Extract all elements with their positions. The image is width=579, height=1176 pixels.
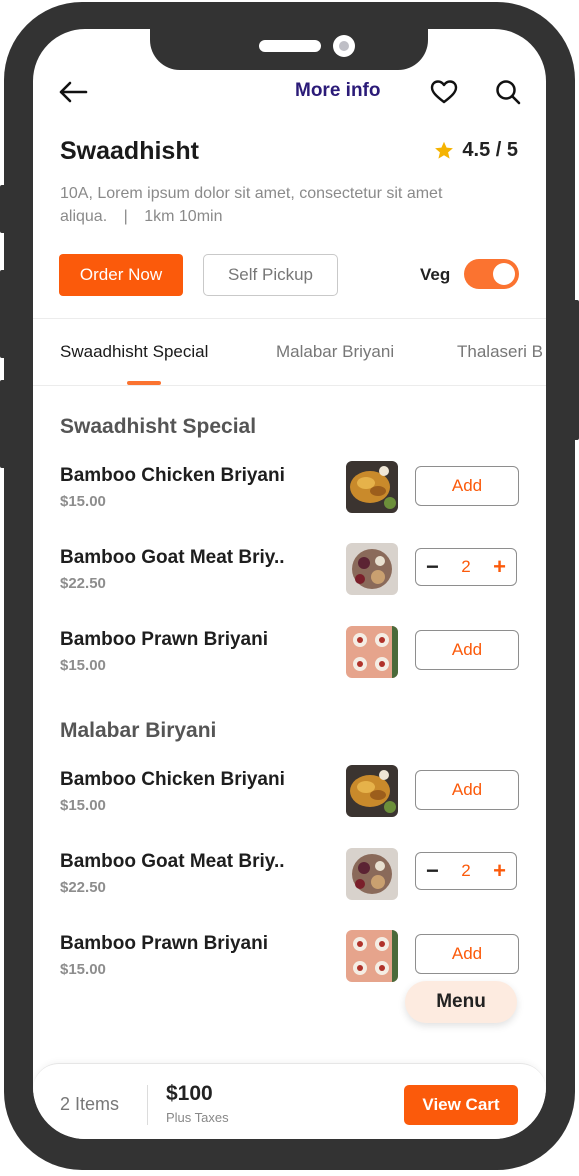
add-button[interactable]: Add: [415, 934, 519, 974]
order-now-button[interactable]: Order Now: [59, 254, 183, 296]
phone-side-button: [0, 380, 8, 468]
item-price: $22.50: [60, 879, 106, 896]
veg-label: Veg: [420, 265, 451, 284]
decrement-button[interactable]: −: [426, 858, 439, 884]
tab-thalaseri[interactable]: Thalaseri B: [457, 342, 543, 362]
restaurant-name: Swaadhisht: [60, 137, 199, 165]
phone-side-button: [0, 185, 8, 233]
item-name: Bamboo Chicken Briyani: [60, 769, 285, 790]
food-thumbnail: [346, 765, 398, 817]
self-pickup-button[interactable]: Self Pickup: [203, 254, 338, 296]
star-icon: [435, 141, 454, 159]
search-icon: [496, 80, 521, 105]
toggle-knob: [493, 263, 515, 285]
food-thumbnail: [346, 848, 398, 900]
divider: [33, 385, 546, 386]
cart-items-count: 2 Items: [60, 1094, 120, 1114]
rating-value: 4.5 / 5: [462, 139, 518, 161]
item-price: $15.00: [60, 657, 106, 674]
quantity-stepper[interactable]: − 2 +: [415, 548, 517, 586]
speaker-grille: [259, 40, 321, 52]
address-separator: |: [123, 208, 128, 225]
add-button[interactable]: Add: [415, 630, 519, 670]
phone-notch: [150, 26, 428, 70]
cart-taxes-note: Plus Taxes: [166, 1110, 229, 1125]
quantity-stepper[interactable]: − 2 +: [415, 852, 517, 890]
item-price: $22.50: [60, 575, 106, 592]
quantity-value: 2: [461, 861, 471, 880]
back-button[interactable]: [58, 77, 88, 107]
item-price: $15.00: [60, 493, 106, 510]
address-text: 10A, Lorem ipsum dolor sit amet, consect…: [60, 185, 443, 225]
decrement-button[interactable]: −: [426, 554, 439, 580]
cart-total: $100: [166, 1082, 213, 1105]
item-name: Bamboo Goat Meat Briy..: [60, 547, 285, 568]
add-button[interactable]: Add: [415, 770, 519, 810]
heart-icon: [430, 80, 458, 104]
section-title: Malabar Biryani: [60, 719, 217, 742]
item-price: $15.00: [60, 797, 106, 814]
arrow-left-icon: [59, 81, 88, 103]
phone-side-button: [571, 300, 579, 440]
item-name: Bamboo Prawn Briyani: [60, 933, 268, 954]
tab-swaadhisht-special[interactable]: Swaadhisht Special: [60, 342, 208, 362]
add-button[interactable]: Add: [415, 466, 519, 506]
food-thumbnail: [346, 626, 398, 678]
cart-divider: [147, 1085, 148, 1125]
food-thumbnail: [346, 930, 398, 982]
tab-malabar-briyani[interactable]: Malabar Briyani: [276, 342, 394, 362]
item-name: Bamboo Chicken Briyani: [60, 465, 285, 486]
increment-button[interactable]: +: [493, 858, 506, 884]
front-camera: [333, 35, 355, 57]
item-name: Bamboo Prawn Briyani: [60, 629, 268, 650]
veg-toggle[interactable]: [464, 259, 519, 289]
restaurant-address: 10A, Lorem ipsum dolor sit amet, consect…: [60, 182, 480, 228]
food-thumbnail: [346, 543, 398, 595]
item-name: Bamboo Goat Meat Briy..: [60, 851, 285, 872]
app-screen: More info Swaadhisht 4.5 / 5 10A, Lorem …: [33, 29, 546, 1139]
menu-button[interactable]: Menu: [405, 981, 517, 1023]
phone-side-button: [0, 270, 8, 358]
rating: 4.5 / 5: [434, 139, 518, 162]
favorite-button[interactable]: [429, 77, 459, 107]
item-price: $15.00: [60, 961, 106, 978]
distance-time: 1km 10min: [144, 208, 223, 225]
food-thumbnail: [346, 461, 398, 513]
divider: [33, 318, 546, 319]
search-button[interactable]: [493, 77, 523, 107]
more-info-link[interactable]: More info: [295, 80, 381, 102]
increment-button[interactable]: +: [493, 554, 506, 580]
quantity-value: 2: [461, 557, 471, 576]
section-title: Swaadhisht Special: [60, 415, 257, 438]
view-cart-button[interactable]: View Cart: [404, 1085, 518, 1125]
